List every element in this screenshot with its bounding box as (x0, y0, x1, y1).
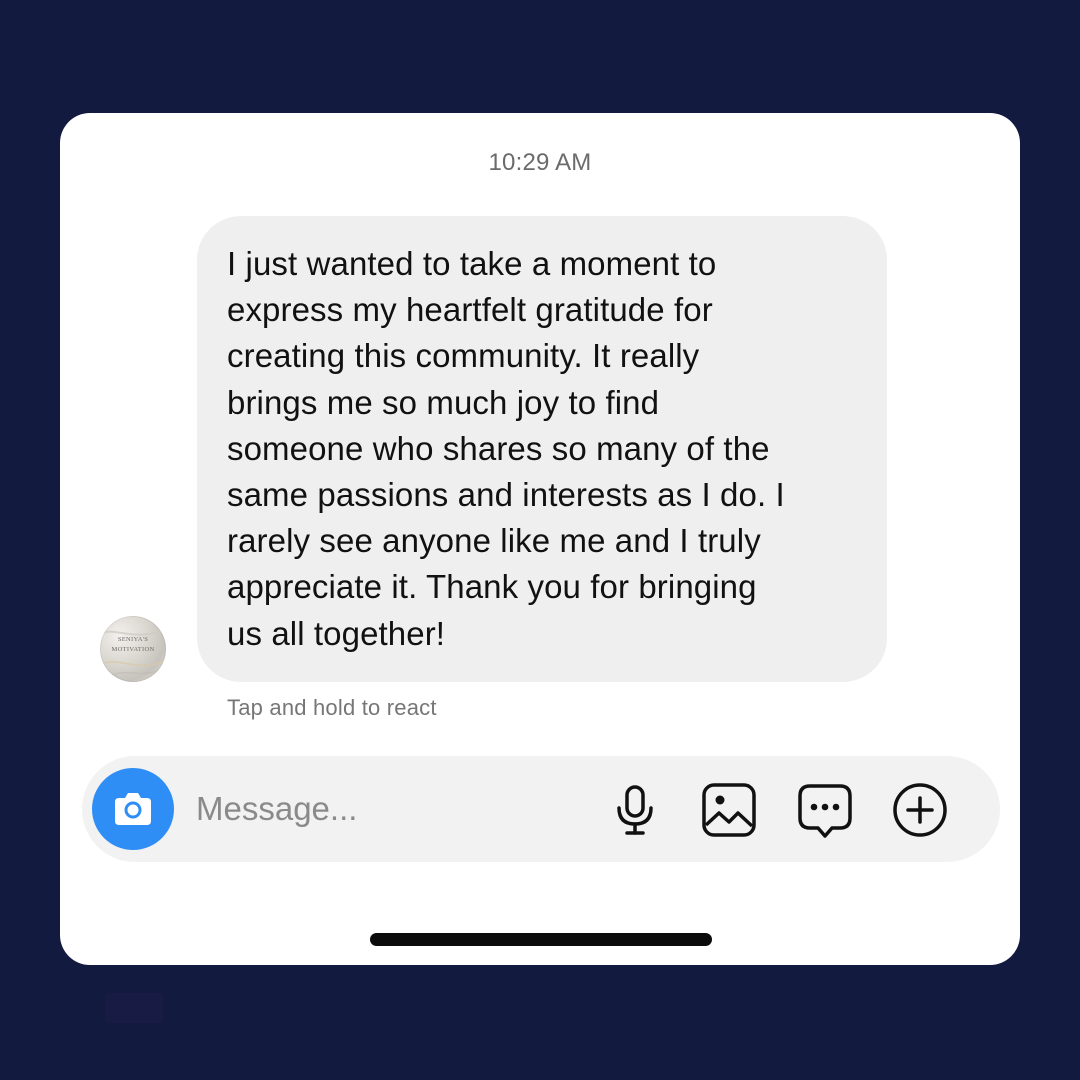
image-icon (702, 783, 756, 837)
message-text: I just wanted to take a moment to expres… (227, 245, 785, 652)
background-smudge (105, 993, 163, 1023)
sender-avatar[interactable]: SENIYA'S MOTIVATION (100, 616, 166, 682)
voice-button[interactable] (606, 781, 664, 839)
avatar-logo-line1: SENIYA'S (117, 636, 149, 643)
avatar-logo-line2: MOTIVATION (111, 646, 155, 653)
received-message-bubble[interactable]: I just wanted to take a moment to expres… (197, 216, 887, 682)
camera-button[interactable] (92, 768, 174, 850)
chat-card: 10:29 AM I just wanted to take a moment … (60, 113, 1020, 965)
message-composer (82, 756, 1000, 862)
message-timestamp: 10:29 AM (488, 149, 592, 176)
reaction-hint: Tap and hold to react (227, 695, 437, 720)
gallery-button[interactable] (700, 781, 758, 839)
more-button[interactable] (891, 781, 949, 839)
home-indicator[interactable] (370, 933, 712, 946)
microphone-icon (617, 785, 653, 835)
chat-bubble-dots-icon (798, 784, 852, 838)
camera-icon (115, 793, 151, 825)
plus-circle-icon (893, 783, 947, 837)
message-input[interactable] (196, 784, 576, 834)
sticker-button[interactable] (796, 781, 854, 839)
